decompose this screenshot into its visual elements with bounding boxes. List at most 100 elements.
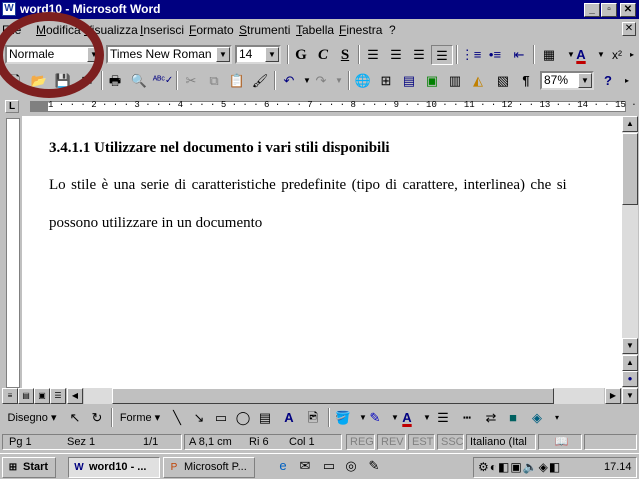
horizontal-ruler[interactable]: L 1 · · · 2 · · · 3 · · · 4 · · · 5 · · …: [0, 98, 639, 116]
autoshapes-menu-button[interactable]: Forme ▾: [115, 408, 165, 428]
tab-stop-selector-icon[interactable]: L: [5, 100, 19, 113]
paste-icon[interactable]: 📋: [226, 71, 248, 91]
channels-icon[interactable]: ◎: [340, 456, 362, 476]
document-heading[interactable]: 3.4.1.1 Utilizzare nel documento i vari …: [49, 140, 390, 157]
dropdown-arrow-icon[interactable]: ▼: [216, 47, 230, 62]
draw-menu-button[interactable]: Disegno ▾: [6, 408, 58, 428]
arrow-icon[interactable]: ↘: [188, 408, 210, 428]
next-page-icon[interactable]: ▼: [622, 388, 638, 404]
show-desktop-icon[interactable]: ▭: [318, 456, 340, 476]
maximize-button[interactable]: ▫: [601, 3, 617, 17]
close-button[interactable]: ✕: [620, 3, 636, 17]
show-hide-icon[interactable]: ¶: [515, 71, 537, 91]
outline-view-icon[interactable]: ☰: [50, 388, 66, 404]
help-icon[interactable]: ?: [597, 71, 619, 91]
horizontal-scroll-thumb[interactable]: [112, 388, 554, 404]
scroll-left-icon[interactable]: ◀: [67, 388, 83, 404]
status-rec[interactable]: REG: [346, 434, 375, 450]
menu-tabella[interactable]: Tabella: [296, 23, 334, 37]
italic-button[interactable]: C: [312, 45, 334, 65]
decrease-indent-icon[interactable]: ⇤: [508, 45, 530, 65]
font-color-icon[interactable]: A: [570, 45, 592, 65]
line-color-icon[interactable]: ✎: [364, 408, 386, 428]
borders-icon[interactable]: ▦: [538, 45, 560, 65]
scroll-down-icon[interactable]: ▼: [622, 338, 638, 354]
menu-inserisci[interactable]: Inserisci: [140, 23, 184, 37]
select-objects-icon[interactable]: ↖: [64, 408, 86, 428]
dash-style-icon[interactable]: ┅: [456, 408, 478, 428]
menu-strumenti[interactable]: Strumenti: [239, 23, 290, 37]
3d-icon[interactable]: ◈: [526, 408, 548, 428]
align-right-icon[interactable]: ☰: [408, 45, 430, 65]
more-buttons-icon[interactable]: ▸: [626, 45, 638, 65]
more-buttons-icon[interactable]: ▸: [620, 71, 634, 91]
font-color-icon[interactable]: A: [396, 408, 418, 428]
tables-borders-icon[interactable]: ⊞: [375, 71, 397, 91]
wordart-icon[interactable]: A: [278, 408, 300, 428]
title-bar[interactable]: W word10 - Microsoft Word _ ▫ ✕: [0, 0, 639, 19]
vertical-scrollbar[interactable]: ▲ ▼ ▲ ●: [622, 116, 638, 388]
scroll-thumb[interactable]: [622, 133, 638, 205]
status-rev[interactable]: REV: [377, 434, 406, 450]
superscript-icon[interactable]: x²: [606, 45, 628, 65]
status-ext[interactable]: EST: [408, 434, 435, 450]
outlook-express-icon[interactable]: ✉: [294, 456, 316, 476]
line-icon[interactable]: ╲: [166, 408, 188, 428]
quicklaunch-app-icon[interactable]: ✎: [363, 456, 385, 476]
arrow-style-icon[interactable]: ⇄: [480, 408, 502, 428]
font-combo[interactable]: Times New Roman ▼: [106, 45, 232, 64]
more-buttons-icon[interactable]: ▾: [546, 408, 568, 428]
line-style-icon[interactable]: ☰: [432, 408, 454, 428]
underline-button[interactable]: S: [334, 45, 356, 65]
tray-icons[interactable]: ⚙◐◧▣🔈◈◧: [478, 460, 561, 474]
bold-button[interactable]: G: [290, 45, 312, 65]
copy-icon[interactable]: ⧉: [203, 71, 225, 91]
drawing-icon[interactable]: ◭: [467, 71, 489, 91]
dropdown-arrow-icon[interactable]: ▼: [265, 47, 279, 62]
document-line-2[interactable]: possono utilizzare in un documento: [49, 215, 262, 232]
layout-view-icon[interactable]: ▣: [34, 388, 50, 404]
format-painter-icon[interactable]: 🖌: [249, 71, 271, 91]
print-icon[interactable]: 🖶: [104, 71, 126, 91]
hyperlink-icon[interactable]: 🌐: [352, 71, 374, 91]
text-box-icon[interactable]: ▤: [254, 408, 276, 428]
zoom-combo[interactable]: 87% ▼: [540, 71, 594, 90]
oval-icon[interactable]: ◯: [232, 408, 254, 428]
rectangle-icon[interactable]: ▭: [210, 408, 232, 428]
fill-color-icon[interactable]: 🪣: [332, 408, 354, 428]
word-app-icon[interactable]: W: [2, 2, 16, 16]
print-preview-icon[interactable]: 🔍: [128, 71, 150, 91]
document-map-icon[interactable]: ▧: [492, 71, 514, 91]
size-combo[interactable]: 14 ▼: [235, 45, 281, 64]
normal-view-icon[interactable]: ≡: [2, 388, 18, 404]
free-rotate-icon[interactable]: ↻: [86, 408, 108, 428]
dropdown-arrow-icon[interactable]: ▼: [328, 71, 350, 91]
dropdown-arrow-icon[interactable]: ▼: [578, 73, 592, 88]
shadow-icon[interactable]: ■: [502, 408, 524, 428]
document-page[interactable]: 3.4.1.1 Utilizzare nel documento i vari …: [22, 116, 622, 388]
document-close-button[interactable]: ✕: [622, 22, 636, 36]
menu-finestra[interactable]: Finestra: [339, 23, 382, 37]
minimize-button[interactable]: _: [584, 3, 600, 17]
internet-explorer-icon[interactable]: e: [272, 456, 294, 476]
status-language[interactable]: Italiano (Ital: [466, 434, 536, 450]
task-powerpoint[interactable]: P Microsoft P...: [163, 457, 255, 478]
web-view-icon[interactable]: ▤: [18, 388, 34, 404]
spelling-status-icon[interactable]: 📖: [538, 434, 582, 450]
numbered-list-icon[interactable]: ⋮≡: [460, 45, 482, 65]
previous-page-icon[interactable]: ▲: [622, 355, 638, 371]
start-button[interactable]: ⊞ Start: [2, 457, 56, 478]
align-center-icon[interactable]: ☰: [385, 45, 407, 65]
insert-excel-icon[interactable]: ▣: [421, 71, 443, 91]
status-ovr[interactable]: SSC: [437, 434, 464, 450]
columns-icon[interactable]: ▥: [444, 71, 466, 91]
align-left-icon[interactable]: ☰: [362, 45, 384, 65]
vertical-ruler[interactable]: [6, 118, 20, 388]
scroll-right-icon[interactable]: ▶: [605, 388, 621, 404]
insert-table-icon[interactable]: ▤: [398, 71, 420, 91]
document-line-1[interactable]: Lo stile è una serie di caratteristiche …: [49, 177, 567, 194]
cut-icon[interactable]: ✂: [180, 71, 202, 91]
bulleted-list-icon[interactable]: •≡: [484, 45, 506, 65]
scroll-up-icon[interactable]: ▲: [622, 116, 638, 132]
spelling-icon[interactable]: ᴬᴮᶜ✓: [152, 71, 174, 91]
